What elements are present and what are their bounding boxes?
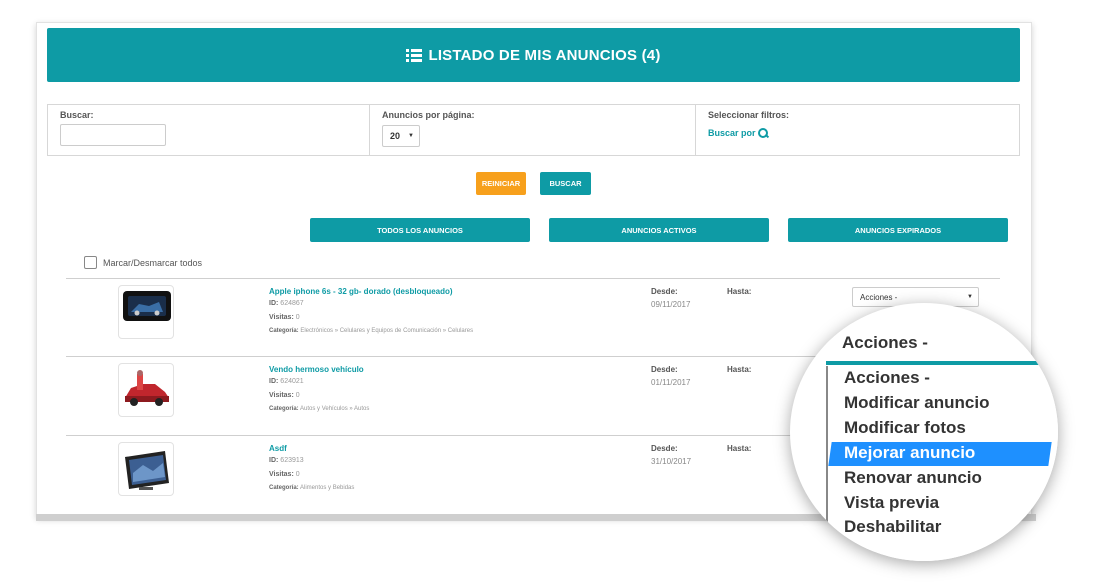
per-page-value: 20 [390, 131, 401, 141]
listing-visits: Visitas: 0 [269, 314, 300, 321]
option-acciones[interactable]: Acciones - [844, 368, 930, 388]
listing-category: Categoría: Autos y Vehículos » Autos [269, 406, 370, 412]
per-page-label: Anuncios por página: [382, 110, 475, 120]
zoom-magnifier: Acciones - Acciones - Modificar anuncio … [790, 303, 1058, 561]
tab-active-listings[interactable]: ANUNCIOS ACTIVOS [549, 218, 769, 242]
from-label: Desde: [651, 287, 678, 296]
search-by-label: Buscar por [708, 128, 756, 138]
from-date: 01/11/2017 [651, 378, 691, 387]
tab-expired-listings[interactable]: ANUNCIOS EXPIRADOS [788, 218, 1008, 242]
search-button[interactable]: BUSCAR [540, 172, 591, 195]
zoom-actions-dropdown-list: Acciones - Modificar anuncio Modificar f… [826, 366, 1058, 561]
select-filters-label: Seleccionar filtros: [708, 110, 790, 120]
search-input[interactable] [60, 124, 166, 146]
listing-id: ID: 624867 [269, 300, 304, 307]
reset-button[interactable]: REINICIAR [476, 172, 526, 195]
list-icon [406, 48, 423, 62]
listings-header: LISTADO DE MIS ANUNCIOS (4) [47, 28, 1020, 82]
to-label: Hasta: [727, 287, 752, 296]
per-page-cell: Anuncios por página: 20 ▼ [370, 105, 696, 155]
listing-visits: Visitas: 0 [269, 471, 300, 478]
listing-visits: Visitas: 0 [269, 392, 300, 399]
option-deshabilitar[interactable]: Deshabilitar [844, 517, 941, 537]
from-label: Desde: [651, 365, 678, 374]
to-label: Hasta: [727, 365, 752, 374]
listing-thumbnail[interactable] [118, 285, 174, 339]
listing-thumbnail[interactable] [118, 442, 174, 496]
per-page-select[interactable]: 20 ▼ [382, 125, 420, 147]
option-modificar-fotos[interactable]: Modificar fotos [844, 418, 966, 438]
listing-category: Categoría: Alimentos y Bebidas [269, 485, 355, 491]
option-vista-previa[interactable]: Vista previa [844, 493, 939, 513]
listing-title-link[interactable]: Apple iphone 6s - 32 gb- dorado (desbloq… [269, 287, 453, 296]
to-label: Hasta: [727, 444, 752, 453]
page-title: LISTADO DE MIS ANUNCIOS (4) [428, 46, 661, 64]
mark-all-checkbox[interactable] [84, 256, 97, 269]
from-label: Desde: [651, 444, 678, 453]
option-renovar-anuncio[interactable]: Renovar anuncio [844, 468, 982, 488]
search-label: Buscar: [60, 110, 94, 120]
option-mejorar-anuncio[interactable]: Mejorar anuncio [844, 443, 975, 463]
search-by-link[interactable]: Buscar por [708, 128, 768, 138]
from-date: 31/10/2017 [651, 457, 692, 466]
listing-id: ID: 624021 [269, 378, 304, 385]
listing-id: ID: 623913 [269, 457, 304, 464]
listing-thumbnail[interactable] [118, 363, 174, 417]
from-date: 09/11/2017 [651, 300, 691, 309]
actions-select-value: Acciones - [860, 292, 898, 302]
select-filters-cell: Seleccionar filtros: Buscar por [696, 105, 1019, 155]
mark-all-toggle[interactable]: Marcar/Desmarcar todos [84, 256, 202, 269]
option-modificar-anuncio[interactable]: Modificar anuncio [844, 393, 989, 413]
tab-all-listings[interactable]: TODOS LOS ANUNCIOS [310, 218, 530, 242]
zoom-actions-select-value: Acciones - [842, 333, 928, 352]
search-icon [757, 128, 768, 138]
filters-bar: Buscar: Anuncios por página: 20 ▼ Selecc… [47, 104, 1020, 156]
chevron-down-icon: ▼ [408, 133, 414, 139]
listing-title-link[interactable]: Asdf [269, 444, 287, 453]
listing-category: Categoría: Electrónicos » Celulares y Eq… [269, 328, 474, 334]
listing-title-link[interactable]: Vendo hermoso vehículo [269, 365, 364, 374]
mark-all-label: Marcar/Desmarcar todos [103, 257, 203, 268]
chevron-down-icon: ▼ [967, 294, 973, 300]
search-cell: Buscar: [48, 105, 370, 155]
